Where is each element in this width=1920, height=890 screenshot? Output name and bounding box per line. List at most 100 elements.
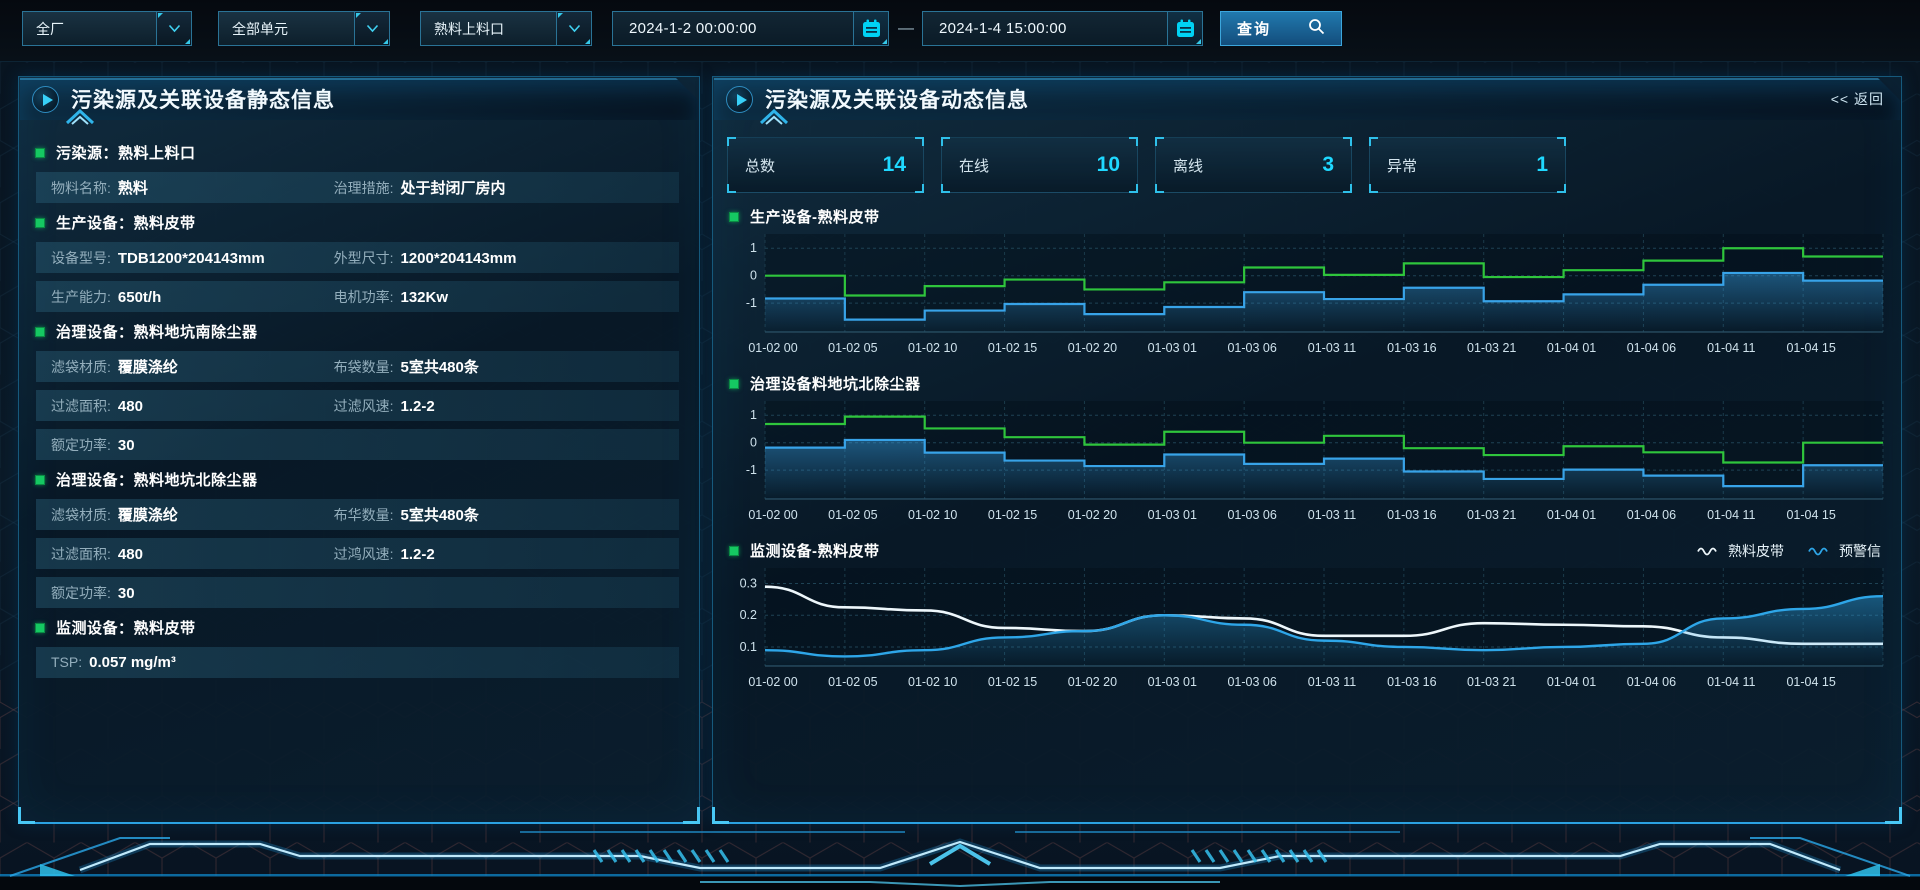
stat-total-value: 14 — [883, 153, 906, 177]
section-header: 治理设备：熟料地坑南除尘器 — [35, 321, 685, 342]
device-stats-row: 总数 14 在线 10 离线 3 异常 1 — [727, 137, 1887, 193]
info-row: 滤袋材质:覆膜涤纶布袋数量:5室共480条 — [36, 351, 679, 382]
search-icon — [1308, 18, 1325, 40]
svg-text:01-03 01: 01-03 01 — [1148, 675, 1197, 689]
stat-online: 在线 10 — [941, 137, 1138, 193]
info-cell: 过鸿风速:1.2-2 — [334, 544, 617, 564]
section-header: 生产设备：熟料皮带 — [35, 212, 685, 233]
charts-area: 生产设备-熟料皮带 10-101-02 0001-02 0501-02 1001… — [727, 206, 1887, 694]
info-row: 设备型号:TDB1200*204143mm外型尺寸:1200*204143mm — [36, 242, 679, 273]
chevron-decoration — [759, 109, 789, 125]
plant-select-value: 全厂 — [23, 19, 156, 39]
play-icon — [726, 86, 753, 113]
search-button[interactable]: 查询 — [1220, 11, 1342, 46]
svg-text:-1: -1 — [746, 296, 757, 310]
svg-text:01-02 15: 01-02 15 — [988, 675, 1037, 689]
chart-legend: 熟料皮带 预警信 — [1697, 541, 1885, 561]
svg-text:01-03 06: 01-03 06 — [1227, 675, 1276, 689]
svg-text:01-04 11: 01-04 11 — [1707, 508, 1755, 522]
chevron-down-icon[interactable] — [156, 12, 191, 45]
search-button-label: 查询 — [1237, 18, 1271, 39]
unit-select-value: 全部单元 — [219, 19, 354, 39]
svg-text:01-03 06: 01-03 06 — [1227, 508, 1276, 522]
legend-item-warning[interactable]: 预警信 — [1808, 541, 1881, 561]
end-datetime-field[interactable]: 2024-1-4 15:00:00 — [922, 11, 1203, 46]
wave-line-icon — [1697, 545, 1721, 556]
info-row: 过滤面积:480过滤风速:1.2-2 — [36, 390, 679, 421]
info-cell: 布华数量:5室共480条 — [334, 504, 617, 525]
static-info-sections: 污染源：熟料上料口物料名称:熟料治理措施:处于封闭厂房内生产设备：熟料皮带设备型… — [19, 121, 699, 678]
svg-text:01-04 01: 01-04 01 — [1547, 508, 1596, 522]
info-cell: 物料名称:熟料 — [51, 177, 334, 198]
start-datetime-value: 2024-1-2 00:00:00 — [613, 20, 853, 37]
date-range-separator: — — [898, 11, 914, 46]
info-cell: 过滤面积:480 — [51, 544, 334, 564]
info-row: TSP:0.057 mg/m³ — [36, 647, 679, 678]
svg-text:01-04 06: 01-04 06 — [1627, 341, 1676, 355]
svg-text:1: 1 — [750, 241, 757, 255]
info-cell: TSP:0.057 mg/m³ — [51, 654, 334, 671]
svg-text:01-03 11: 01-03 11 — [1308, 508, 1356, 522]
chart-treatment-device: 治理设备料地坑北除尘器 10-101-02 0001-02 0501-02 10… — [727, 373, 1887, 527]
footer-decoration — [0, 824, 1920, 890]
chevron-down-icon[interactable] — [354, 12, 389, 45]
chevron-down-icon[interactable] — [556, 12, 591, 45]
svg-text:01-03 11: 01-03 11 — [1308, 675, 1356, 689]
svg-text:01-02 10: 01-02 10 — [908, 675, 957, 689]
svg-text:01-02 05: 01-02 05 — [828, 675, 877, 689]
svg-text:01-02 00: 01-02 00 — [748, 675, 797, 689]
stat-offline-label: 离线 — [1173, 155, 1203, 176]
source-select[interactable]: 熟料上料口 — [420, 11, 592, 46]
svg-text:01-02 05: 01-02 05 — [828, 508, 877, 522]
unit-select[interactable]: 全部单元 — [218, 11, 390, 46]
svg-text:01-03 01: 01-03 01 — [1148, 341, 1197, 355]
stat-total-label: 总数 — [745, 155, 775, 176]
info-cell: 治理措施:处于封闭厂房内 — [334, 177, 617, 198]
back-button[interactable]: << 返回 — [1831, 89, 1884, 109]
stat-total: 总数 14 — [727, 137, 924, 193]
dashboard-root: 全厂 全部单元 熟料上料口 2024-1-2 00:00:00 — [0, 0, 1920, 890]
svg-text:01-02 00: 01-02 00 — [748, 508, 797, 522]
svg-text:01-02 15: 01-02 15 — [988, 341, 1037, 355]
svg-text:01-03 16: 01-03 16 — [1387, 675, 1436, 689]
info-cell: 滤袋材质:覆膜涤纶 — [51, 356, 334, 377]
dynamic-info-panel: 污染源及关联设备动态信息 << 返回 总数 14 在线 10 离线 3 — [712, 76, 1902, 824]
svg-text:01-03 01: 01-03 01 — [1148, 508, 1197, 522]
svg-text:01-02 10: 01-02 10 — [908, 341, 957, 355]
start-datetime-field[interactable]: 2024-1-2 00:00:00 — [612, 11, 889, 46]
svg-text:0.1: 0.1 — [740, 640, 757, 654]
svg-text:01-03 06: 01-03 06 — [1227, 341, 1276, 355]
dynamic-info-panel-header: 污染源及关联设备动态信息 << 返回 — [714, 78, 1900, 120]
stat-online-label: 在线 — [959, 155, 989, 176]
calendar-icon[interactable] — [1167, 12, 1202, 45]
green-bullet-icon — [729, 379, 739, 389]
green-bullet-icon — [729, 212, 739, 222]
info-cell: 布袋数量:5室共480条 — [334, 356, 617, 377]
info-cell: 外型尺寸:1200*204143mm — [334, 248, 617, 268]
info-cell: 生产能力:650t/h — [51, 287, 334, 307]
info-cell: 电机功率:132Kw — [334, 287, 617, 307]
section-header: 监测设备：熟料皮带 — [35, 617, 685, 638]
section-header: 污染源：熟料上料口 — [35, 142, 685, 163]
line-chart-monitor: 0.30.20.101-02 0001-02 0501-02 1001-02 1… — [727, 566, 1887, 694]
svg-text:01-04 01: 01-04 01 — [1547, 341, 1596, 355]
green-bullet-icon — [35, 623, 45, 633]
svg-text:01-03 21: 01-03 21 — [1467, 508, 1516, 522]
svg-text:01-03 16: 01-03 16 — [1387, 341, 1436, 355]
info-cell: 设备型号:TDB1200*204143mm — [51, 248, 334, 268]
svg-text:0.2: 0.2 — [740, 608, 757, 622]
stat-offline: 离线 3 — [1155, 137, 1352, 193]
svg-text:01-02 10: 01-02 10 — [908, 508, 957, 522]
plant-select[interactable]: 全厂 — [22, 11, 192, 46]
static-info-panel: 污染源及关联设备静态信息 污染源：熟料上料口物料名称:熟料治理措施:处于封闭厂房… — [18, 76, 700, 824]
calendar-icon[interactable] — [853, 12, 888, 45]
svg-text:01-04 06: 01-04 06 — [1627, 675, 1676, 689]
step-chart-production: 10-101-02 0001-02 0501-02 1001-02 1501-0… — [727, 232, 1887, 360]
svg-text:-1: -1 — [746, 463, 757, 477]
legend-item-material-belt[interactable]: 熟料皮带 — [1697, 541, 1784, 561]
chart-title: 监测设备-熟料皮带 — [750, 540, 880, 561]
chevron-decoration — [65, 109, 95, 125]
info-row: 滤袋材质:覆膜涤纶布华数量:5室共480条 — [36, 499, 679, 530]
static-info-panel-title: 污染源及关联设备静态信息 — [71, 84, 335, 114]
svg-text:01-02 00: 01-02 00 — [748, 341, 797, 355]
